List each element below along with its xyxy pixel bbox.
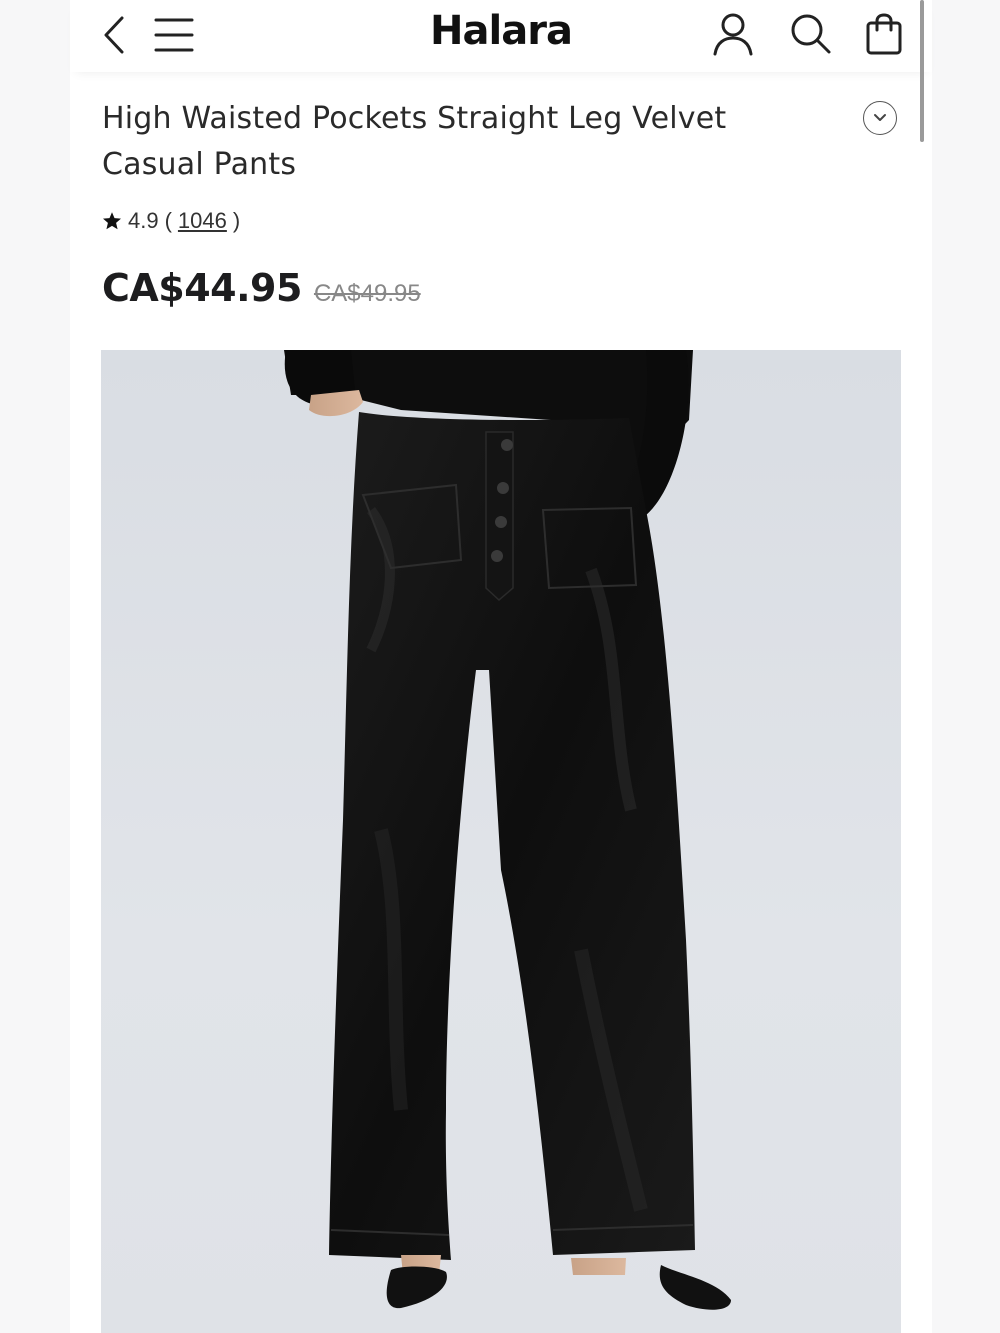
product-photo-velvet-pants (284, 350, 731, 1310)
product-title: High Waisted Pockets Straight Leg Velvet… (102, 101, 727, 182)
page-scrollbar[interactable] (920, 0, 924, 142)
account-icon (713, 13, 753, 56)
product-rating: 4.9 ( 1046 ) (102, 208, 240, 234)
product-page: Halara High Waisted Pockets Straight Leg… (70, 0, 932, 1333)
chevron-down-icon (874, 114, 886, 121)
star-icon (103, 212, 121, 230)
top-navigation-bar: Halara (70, 0, 932, 72)
product-image[interactable] (101, 350, 901, 1333)
review-count-link[interactable]: 1046 (178, 208, 227, 234)
rating-value: 4.9 (128, 208, 159, 233)
search-icon (791, 14, 831, 54)
cart-button[interactable] (862, 10, 906, 58)
expand-details-button[interactable] (863, 101, 897, 135)
search-button[interactable] (788, 10, 834, 58)
price-row: CA$44.95 CA$49.95 (102, 266, 421, 310)
review-close-paren: ) (232, 208, 241, 233)
shopping-bag-icon (866, 13, 902, 55)
sale-price: CA$44.95 (102, 266, 302, 310)
original-price: CA$49.95 (313, 280, 421, 307)
review-open-paren: ( (164, 208, 172, 233)
account-button[interactable] (710, 10, 756, 58)
